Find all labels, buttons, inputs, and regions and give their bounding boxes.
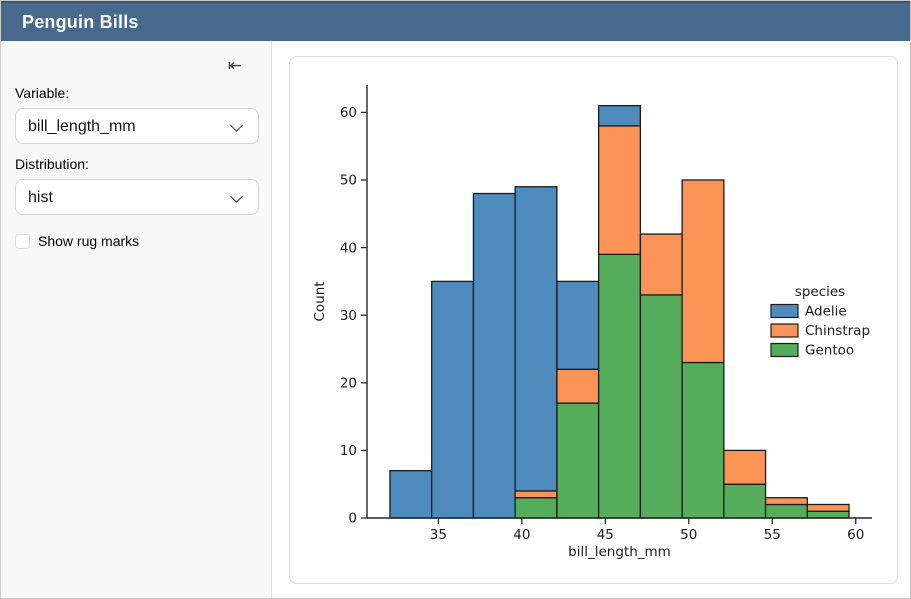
legend-label-adelie: Adelie [805, 304, 847, 320]
bar-segment-gentoo [724, 484, 766, 518]
legend-swatch-adelie [771, 305, 798, 318]
legend-title: species [795, 284, 845, 300]
bar-segment-gentoo [640, 295, 682, 518]
bar-segment-adelie [515, 187, 557, 491]
distribution-select[interactable]: hist [15, 179, 259, 215]
plot-card: 35 40 45 50 55 60 0 10 20 30 40 50 60 bill_length_mm C… [289, 56, 898, 584]
bar-segment-chinstrap [599, 126, 641, 254]
y-tick-label: 50 [340, 173, 357, 189]
rug-checkbox[interactable] [15, 234, 30, 249]
bar-segment-gentoo [807, 511, 849, 518]
y-tick-label: 20 [340, 376, 357, 392]
x-tick-label: 35 [430, 527, 447, 543]
rug-checkbox-row: Show rug marks [15, 233, 257, 249]
app-title: Penguin Bills [22, 12, 139, 33]
legend-swatch-gentoo [771, 344, 798, 357]
x-tick-label: 60 [847, 527, 864, 543]
x-tick-label: 45 [597, 527, 614, 543]
variable-select[interactable]: bill_length_mm [15, 108, 259, 144]
x-tick-label: 55 [764, 527, 781, 543]
bar-segment-adelie [473, 194, 515, 518]
x-axis-label: bill_length_mm [568, 544, 671, 560]
bar-segment-chinstrap [766, 498, 808, 505]
sidebar-collapse-row: ⇤ [15, 51, 257, 81]
distribution-select-wrap: hist [15, 179, 257, 215]
bar-segment-gentoo [766, 504, 808, 518]
bar-segment-adelie [432, 281, 474, 518]
bar-segment-gentoo [515, 498, 557, 518]
x-tick-label: 40 [513, 527, 530, 543]
bar-segment-chinstrap [807, 504, 849, 511]
variable-select-wrap: bill_length_mm [15, 108, 257, 144]
sidebar: ⇤ Variable: bill_length_mm Distribution:… [1, 41, 272, 599]
distribution-label: Distribution: [15, 156, 257, 172]
x-tick-label: 50 [680, 527, 697, 543]
bar-segment-adelie [557, 281, 599, 369]
legend-label-gentoo: Gentoo [805, 343, 854, 359]
y-tick-label: 0 [348, 511, 357, 527]
bar-segment-adelie [390, 471, 432, 518]
bar-segment-chinstrap [515, 491, 557, 498]
bar-segment-chinstrap [557, 369, 599, 403]
bar-segment-gentoo [557, 403, 599, 518]
variable-label: Variable: [15, 85, 257, 101]
legend-label-chinstrap: Chinstrap [805, 323, 870, 339]
bar-segment-adelie [599, 106, 641, 126]
bar-segment-gentoo [599, 254, 641, 518]
window-root: Penguin Bills ⇤ Variable: bill_length_mm… [0, 0, 911, 599]
app-header: Penguin Bills [1, 1, 910, 41]
bar-segment-gentoo [682, 363, 724, 518]
y-tick-label: 40 [340, 240, 357, 256]
y-tick-label: 30 [340, 308, 357, 324]
bar-segment-chinstrap [682, 180, 724, 363]
y-axis-label: Count [312, 281, 328, 321]
bar-segment-chinstrap [724, 450, 766, 484]
bar-segment-chinstrap [640, 234, 682, 295]
sidebar-collapse-icon[interactable]: ⇤ [224, 56, 246, 77]
rug-checkbox-label: Show rug marks [38, 233, 139, 249]
histogram-plot: 35 40 45 50 55 60 0 10 20 30 40 50 60 bill_length_mm C… [290, 57, 898, 584]
y-tick-label: 60 [340, 105, 357, 121]
y-tick-label: 10 [340, 443, 357, 459]
legend-swatch-chinstrap [771, 324, 798, 337]
